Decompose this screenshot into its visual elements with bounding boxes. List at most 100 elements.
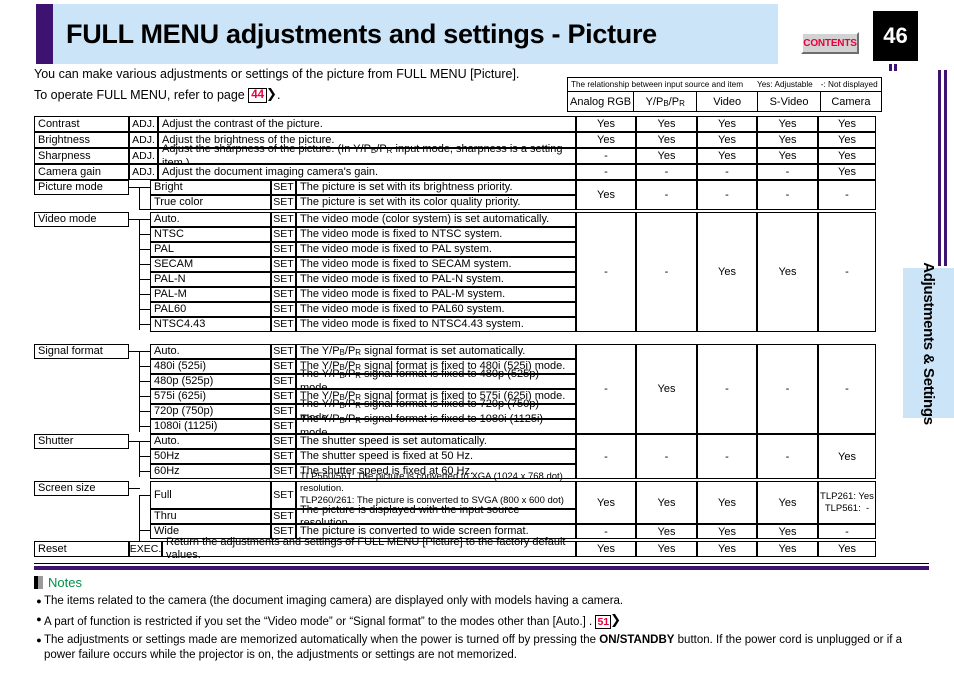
row-action-sharpness: ADJ. [129,148,158,164]
value-cell: - [757,180,818,210]
note-3-pre: The adjustments or settings made are mem… [44,634,600,646]
value-cell: Yes [576,132,636,148]
legend-col-camera: Camera [820,91,882,112]
value-cell: Yes [697,212,757,332]
note-text-1: The items related to the camera (the doc… [44,595,624,607]
sub-action: SET [271,195,296,210]
page-link-44[interactable]: 44 [248,88,268,103]
legend-yes-note: Yes: Adjustable [757,80,813,89]
sub-action: SET [271,389,296,404]
value-cell: - [636,180,697,210]
value-cell: - [818,180,876,210]
group-label-picture-mode: Picture mode [34,180,129,195]
sub-desc: The video mode is fixed to PAL-M system. [296,287,576,302]
value-cell: - [697,164,757,180]
row-label-sharpness: Sharpness [34,148,129,164]
page-link-51[interactable]: 51 [595,615,612,629]
value-cell: Yes [818,116,876,132]
notes-icon [34,575,43,589]
page-number-tick-marks [889,64,899,71]
bullet-icon: ● [36,614,42,624]
value-cell: - [576,212,636,332]
value-cell: - [757,344,818,434]
sub-action: SET [271,287,296,302]
value-cell: Yes [818,148,876,164]
contents-button[interactable]: CONTENTS [801,32,859,54]
page-title: FULL MENU adjustments and settings - Pic… [66,18,657,49]
sub-action: SET [271,180,296,195]
legend-dash-note: -: Not displayed [820,80,878,89]
row-desc-contrast: Adjust the contrast of the picture. [158,116,576,132]
value-cell: Yes [757,541,818,557]
row-desc-sharpness: Adjust the sharpness of the picture. (In… [158,143,576,169]
row-action-contrast: ADJ. [129,116,158,132]
value-cell: Yes [636,148,697,164]
value-cell: Yes [697,481,757,524]
group-label-shutter: Shutter [34,434,129,449]
page-link-arrow-icon[interactable]: ❯ [266,84,277,104]
value-cell: Yes [818,541,876,557]
value-cell: - [576,148,636,164]
sub-label: Auto. [150,212,271,227]
value-cell: Yes [576,481,636,524]
intro-line-2-text: To operate FULL MENU, refer to page [34,88,245,102]
sub-action: SET [271,317,296,332]
value-cell: Yes [636,132,697,148]
notes-section: Notes ● The items related to the camera … [34,573,934,663]
note-item: ● A part of function is restricted if yo… [34,612,934,630]
sub-desc: The video mode (color system) is set aut… [296,212,576,227]
legend-col-analog-rgb: Analog RGB [566,91,635,112]
sub-label: 50Hz [150,449,271,464]
sub-desc: The video mode is fixed to NTSC4.43 syst… [296,317,576,332]
sub-action: SET [271,302,296,317]
note-text-3: The adjustments or settings made are mem… [44,633,934,663]
sub-label: PAL [150,242,271,257]
row-label-contrast: Contrast [34,116,129,132]
intro-line-1: You can make various adjustments or sett… [34,67,520,81]
value-cell: - [576,434,636,479]
sub-action: SET [271,257,296,272]
legend-caption-row: The relationship between input source an… [567,77,882,92]
sub-label: 480p (525p) [150,374,271,389]
sub-desc: The shutter speed is set automatically. [296,434,576,449]
row-desc-camera-gain: Adjust the document imaging camera's gai… [158,164,576,180]
value-cell: Yes [636,116,697,132]
value-cell: Yes [697,116,757,132]
side-tab-adjustments-settings[interactable]: Adjustments & Settings [903,262,954,424]
sub-action: SET [271,212,296,227]
note-item: ● The adjustments or settings made are m… [34,633,934,663]
value-cell: - [576,524,636,539]
sub-desc: The video mode is fixed to SECAM system. [296,257,576,272]
value-cell: Yes [576,541,636,557]
sub-label: Auto. [150,434,271,449]
sub-label: NTSC4.43 [150,317,271,332]
value-cell: Yes [757,481,818,524]
full-desc-line-1: TLP560/561: The picture is converted to … [300,471,563,494]
value-cell: - [576,344,636,434]
side-rule-2 [944,70,947,266]
page-number-badge: 46 [873,11,918,61]
legend-columns-row: Analog RGB Y/PB/PR Video S-Video Camera [566,91,882,112]
value-cell: Yes [818,164,876,180]
legend-col-s-video: S-Video [757,91,822,112]
value-cell: Yes [697,524,757,539]
input-source-legend: The relationship between input source an… [566,77,882,112]
sub-label: 1080i (1125i) [150,419,271,434]
sub-desc: The picture is set with its color qualit… [296,195,576,210]
row-desc-reset: Return the adjustments and settings of F… [162,536,576,561]
value-cell: - [757,164,818,180]
sub-action: SET [271,449,296,464]
sub-label: SECAM [150,257,271,272]
sub-action-full: SET [271,481,296,509]
value-cell: Yes [757,132,818,148]
value-cell-camera-tlp: TLP261: Yes TLP561: - [818,481,876,524]
value-cell: - [576,164,636,180]
row-label-camera-gain: Camera gain [34,164,129,180]
sub-label: 480i (525i) [150,359,271,374]
row-action-camera-gain: ADJ. [129,164,158,180]
sub-action: SET [271,272,296,287]
row-action-brightness: ADJ. [129,132,158,148]
page-link-51-arrow-icon[interactable]: ❯ [610,612,621,627]
value-cell: - [636,212,697,332]
group-label-signal-format: Signal format [34,344,129,359]
